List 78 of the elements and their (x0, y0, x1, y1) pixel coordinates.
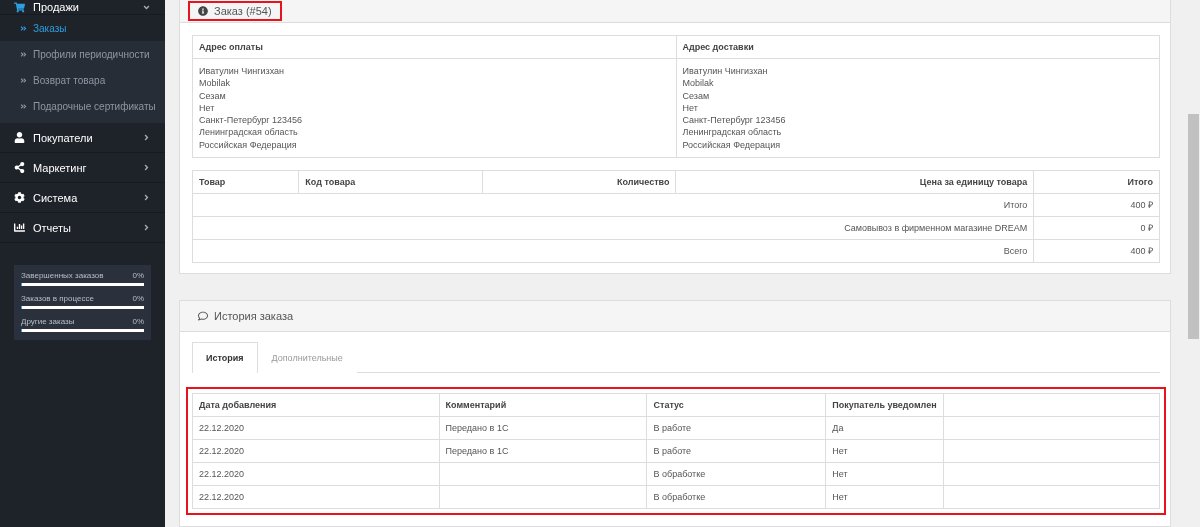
address-line: Mobilak (682, 77, 715, 90)
table-cell: Нет (825, 439, 944, 463)
address-line: Российская Федерация (199, 138, 298, 152)
table-cell: Нет (825, 485, 944, 509)
address-line: Санкт-Петербург 123456 (682, 114, 787, 127)
info-icon (198, 6, 208, 16)
double-chevron-icon (20, 102, 27, 110)
address-line: Иватулин Чингизхан (199, 65, 286, 78)
table-cell: Итого (192, 193, 1034, 217)
column-header: Итого (1033, 170, 1160, 194)
gear-icon (14, 192, 25, 203)
column-header: Адрес оплаты (192, 35, 676, 59)
chevron-icon (142, 163, 151, 172)
double-chevron-icon (20, 50, 27, 58)
comment-icon (198, 311, 208, 322)
stat-label: Завершенных заказов (21, 271, 104, 280)
panel-title: История заказа (188, 306, 304, 327)
address-line: Сезам (199, 89, 227, 102)
stat-label: Другие заказы (21, 317, 75, 326)
table-cell: Да (825, 416, 944, 440)
address-line: Ленинградская область (199, 126, 299, 139)
tab[interactable]: История (192, 342, 258, 374)
share-icon (14, 162, 25, 173)
address-line: Российская Федерация (682, 138, 782, 152)
column-header: Дата добавления (192, 393, 440, 417)
address-line: Иватулин Чингизхан (682, 65, 769, 78)
table-cell: 22.12.2020 (192, 439, 440, 463)
table-cell: Нет (825, 462, 944, 486)
menu-item[interactable]: Система (0, 183, 165, 213)
menu-item[interactable]: Маркетинг (0, 153, 165, 183)
address-line: Ленинградская область (682, 126, 783, 139)
submenu-item[interactable]: Возврат товара (0, 67, 165, 93)
table-cell: В работе (646, 416, 826, 440)
cart-icon (14, 1, 25, 13)
table-cell: Передано в 1С (439, 439, 647, 463)
table-cell: 0 ₽ (1033, 216, 1160, 240)
table-cell: Всего (192, 239, 1034, 263)
scrollbar-thumb[interactable] (1188, 114, 1199, 339)
table-cell: Самовывоз в фирменном магазине DREAM (192, 216, 1034, 240)
chevron-icon (142, 193, 151, 202)
column-header: Товар (192, 170, 299, 194)
column-header: Код товара (298, 170, 483, 194)
submenu-item[interactable]: Профили периодичности (0, 41, 165, 67)
chart-icon (14, 222, 25, 233)
double-chevron-icon (20, 76, 27, 84)
column-header: Адрес доставки (676, 35, 1160, 59)
menu-item[interactable]: Отчеты (0, 213, 165, 243)
chevron-icon (142, 133, 151, 142)
table-cell: 22.12.2020 (192, 485, 440, 509)
table-cell: 22.12.2020 (192, 462, 440, 486)
stat-value: 0% (132, 317, 144, 326)
table-cell: В обработке (646, 485, 826, 509)
table-cell: 400 ₽ (1033, 239, 1160, 263)
menu-item[interactable]: Покупатели (0, 123, 165, 153)
table-cell: В работе (646, 439, 826, 463)
panel-title: Заказ (#54) (188, 1, 282, 21)
address-line: Санкт-Петербург 123456 (199, 114, 304, 127)
address-line: Нет (199, 101, 216, 115)
stat-value: 0% (132, 271, 144, 280)
column-header: Статус (646, 393, 826, 417)
address-line: Mobilak (199, 77, 231, 90)
submenu-item[interactable]: Подарочные сертификаты (0, 93, 165, 119)
stat-value: 0% (132, 294, 144, 303)
table-cell: 400 ₽ (1033, 193, 1160, 217)
stat-label: Заказов в процессе (21, 294, 94, 303)
address-line: Сезам (682, 89, 711, 102)
table-cell: 22.12.2020 (192, 416, 440, 440)
table-cell: Передано в 1С (439, 416, 647, 440)
column-header: Комментарий (439, 393, 647, 417)
column-header: Цена за единицу товара (675, 170, 1034, 194)
column-header: Количество (482, 170, 676, 194)
address-line: Нет (682, 101, 699, 115)
table-cell: В обработке (646, 462, 826, 486)
column-header: Покупатель уведомлен (825, 393, 944, 417)
chevron-icon (142, 223, 151, 232)
submenu-item[interactable]: Заказы (0, 15, 165, 41)
double-chevron-icon (20, 24, 27, 32)
user-icon (14, 132, 25, 143)
